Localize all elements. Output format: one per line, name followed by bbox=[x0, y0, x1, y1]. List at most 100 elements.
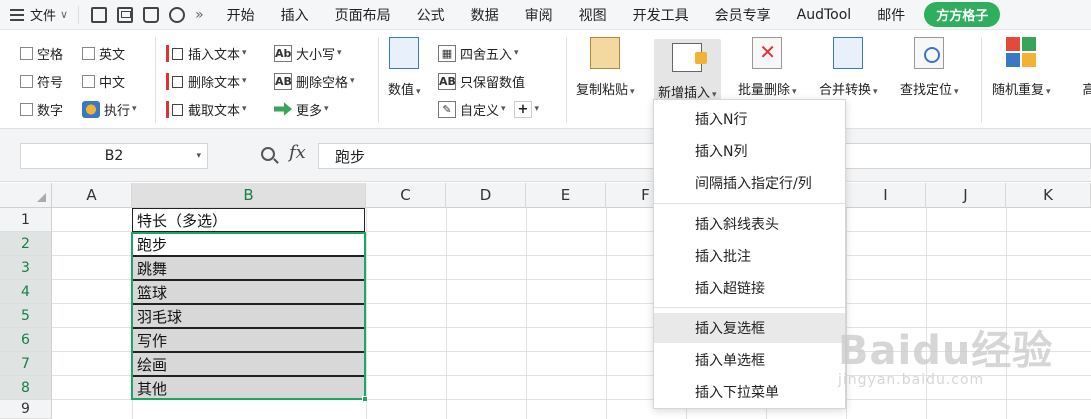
export-pdf-icon[interactable] bbox=[117, 6, 134, 23]
new-insert-button[interactable]: 新增插入 ▾ bbox=[654, 39, 721, 101]
cell-b7[interactable]: 绘画 bbox=[132, 352, 365, 376]
merge-convert-button[interactable]: 合并转换 ▾ bbox=[819, 37, 878, 98]
column-header[interactable]: D bbox=[446, 183, 526, 208]
find-locate-button[interactable]: 查找定位 ▾ bbox=[900, 37, 959, 98]
column-header[interactable]: E bbox=[526, 183, 606, 208]
checkbox-box[interactable] bbox=[20, 46, 33, 60]
menu-item-insert-n-rows[interactable]: 插入N行 bbox=[654, 104, 845, 134]
save-icon[interactable] bbox=[91, 6, 108, 23]
random-repeat-button[interactable]: 随机重复 ▾ bbox=[992, 37, 1051, 98]
fx-icon[interactable]: fx bbox=[289, 142, 306, 163]
cell-b6[interactable]: 写作 bbox=[132, 328, 365, 352]
checkbox-number[interactable]: 数字 bbox=[20, 98, 63, 120]
advanced-button[interactable]: 高 bbox=[1074, 37, 1091, 98]
row-header[interactable]: 9 bbox=[0, 400, 52, 419]
print-icon[interactable] bbox=[143, 6, 160, 23]
cell-b1[interactable]: 特长（多选） bbox=[132, 208, 365, 232]
name-box[interactable]: B2 ▾ bbox=[20, 143, 208, 169]
keep-value-button[interactable]: AB 只保留数值 bbox=[438, 70, 525, 92]
tab-view[interactable]: 视图 bbox=[566, 5, 620, 25]
value-button[interactable]: 数值 ▾ bbox=[388, 37, 421, 98]
tab-developer[interactable]: 开发工具 bbox=[620, 5, 702, 25]
cell-b2[interactable]: 跑步 bbox=[132, 232, 365, 256]
row-header[interactable]: 3 bbox=[0, 256, 52, 280]
checkbox-label: 英文 bbox=[99, 47, 126, 63]
tab-audtool[interactable]: AudTool bbox=[784, 7, 865, 23]
cell-b4[interactable]: 篮球 bbox=[132, 280, 365, 304]
more-button[interactable]: 更多 ▾ bbox=[274, 98, 329, 120]
chevron-down-icon: ∨ bbox=[60, 8, 69, 21]
insert-text-icon bbox=[166, 44, 184, 62]
chevron-down-icon: ▾ bbox=[501, 104, 506, 114]
delete-text-button[interactable]: 删除文本 ▾ bbox=[166, 70, 247, 92]
row-header[interactable]: 8 bbox=[0, 376, 52, 400]
insert-text-button[interactable]: 插入文本 ▾ bbox=[166, 42, 247, 64]
menu-item-insert-comment[interactable]: 插入批注 bbox=[654, 241, 845, 271]
menu-item-interval-insert[interactable]: 间隔插入指定行/列 bbox=[654, 168, 845, 198]
row-header[interactable]: 5 bbox=[0, 304, 52, 328]
checkbox-english[interactable]: 英文 bbox=[82, 42, 125, 64]
column-header[interactable]: B bbox=[132, 183, 366, 208]
extract-text-button[interactable]: 截取文本 ▾ bbox=[166, 98, 247, 120]
checkbox-box[interactable] bbox=[20, 102, 33, 116]
checkbox-box[interactable] bbox=[82, 74, 95, 88]
cell-b8[interactable]: 其他 bbox=[132, 376, 365, 400]
column-header[interactable]: I bbox=[846, 183, 926, 208]
tab-formulas[interactable]: 公式 bbox=[404, 5, 458, 25]
fill-handle[interactable] bbox=[362, 396, 368, 402]
value-label: 数值 ▾ bbox=[388, 83, 421, 98]
row-header[interactable]: 1 bbox=[0, 208, 52, 232]
menu-item-insert-dropdown[interactable]: 插入下拉菜单 bbox=[654, 377, 845, 407]
grid-line bbox=[446, 208, 447, 419]
tab-member[interactable]: 会员专享 bbox=[702, 5, 784, 25]
zoom-icon[interactable] bbox=[261, 147, 275, 161]
row-header[interactable]: 7 bbox=[0, 352, 52, 376]
find-locate-label: 查找定位 ▾ bbox=[900, 83, 959, 98]
column-header[interactable]: J bbox=[926, 183, 1006, 208]
custom-icon: ✎ bbox=[438, 100, 456, 118]
select-all-corner[interactable] bbox=[0, 183, 52, 208]
row-header[interactable]: 2 bbox=[0, 232, 52, 256]
checkbox-chinese[interactable]: 中文 bbox=[82, 70, 125, 92]
tab-insert[interactable]: 插入 bbox=[268, 5, 322, 25]
checkbox-symbol[interactable]: 符号 bbox=[20, 70, 63, 92]
menu-item-insert-hyperlink[interactable]: 插入超链接 bbox=[654, 273, 845, 303]
tab-data[interactable]: 数据 bbox=[458, 5, 512, 25]
chevron-down-icon[interactable]: ▾ bbox=[196, 151, 201, 161]
print-preview-icon[interactable] bbox=[169, 6, 186, 23]
formula-bar: B2 ▾ fx 跑步 bbox=[0, 129, 1091, 182]
column-header[interactable]: C bbox=[366, 183, 446, 208]
cell-b5[interactable]: 羽毛球 bbox=[132, 304, 365, 328]
round-button[interactable]: ▦ 四舍五入 ▾ bbox=[438, 42, 519, 64]
column-header[interactable]: K bbox=[1006, 183, 1091, 208]
tab-mail[interactable]: 邮件 bbox=[864, 5, 918, 25]
find-icon bbox=[914, 37, 945, 69]
menu-item-insert-checkbox[interactable]: 插入复选框 bbox=[654, 313, 845, 343]
checkbox-box[interactable] bbox=[82, 46, 95, 60]
file-menu[interactable]: 文件 ∨ bbox=[0, 0, 78, 30]
chevron-down-icon: ▾ bbox=[337, 48, 342, 58]
tab-review[interactable]: 审阅 bbox=[512, 5, 566, 25]
cell-b3[interactable]: 跳舞 bbox=[132, 256, 365, 280]
checkbox-box[interactable] bbox=[20, 74, 33, 88]
column-header[interactable]: A bbox=[52, 183, 132, 208]
more-toolbar-button[interactable]: » bbox=[185, 7, 214, 23]
menu-item-insert-n-columns[interactable]: 插入N列 bbox=[654, 136, 845, 166]
checkbox-space[interactable]: 空格 bbox=[20, 42, 63, 64]
tab-page-layout[interactable]: 页面布局 bbox=[322, 5, 404, 25]
plus-button[interactable]: + bbox=[513, 100, 533, 118]
tab-home[interactable]: 开始 bbox=[214, 5, 268, 25]
case-button[interactable]: Ab 大小写 ▾ bbox=[274, 42, 342, 64]
remove-spaces-button[interactable]: AB 删除空格 ▾ bbox=[274, 70, 355, 92]
extract-text-label: 截取文本 bbox=[188, 103, 241, 119]
menu-item-insert-radio[interactable]: 插入单选框 bbox=[654, 345, 845, 375]
custom-button[interactable]: ✎ 自定义 ▾ + ▾ bbox=[438, 98, 539, 120]
execute-button[interactable]: 执行 ▾ bbox=[82, 98, 137, 120]
menu-item-insert-diagonal-header[interactable]: 插入斜线表头 bbox=[654, 209, 845, 239]
row-header[interactable]: 6 bbox=[0, 328, 52, 352]
insert-icon bbox=[672, 43, 708, 72]
row-header[interactable]: 4 bbox=[0, 280, 52, 304]
copy-paste-button[interactable]: 复制粘贴 ▾ bbox=[576, 37, 635, 98]
tab-fangfang-gezi[interactable]: 方方格子 bbox=[924, 2, 1001, 27]
batch-delete-button[interactable]: 批量删除▾ bbox=[738, 37, 797, 98]
